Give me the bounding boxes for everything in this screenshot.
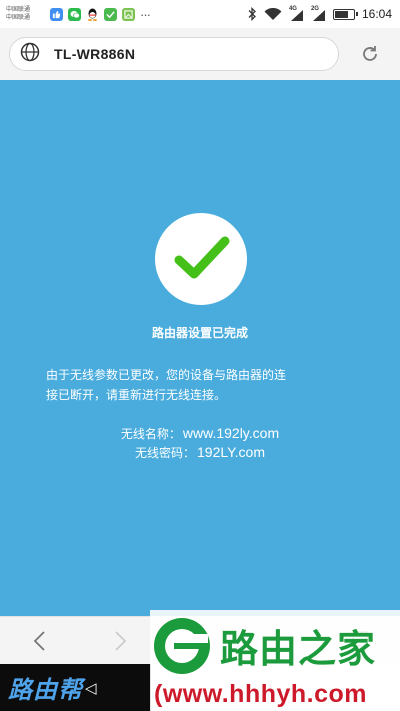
success-check-circle xyxy=(155,213,247,305)
watermark-left-text: 路由帮 xyxy=(8,675,83,704)
bluetooth-icon xyxy=(248,7,257,21)
router-setup-complete-page: 路由器设置已完成 由于无线参数已更改，您的设备与路由器的连 接已断开，请重新进行… xyxy=(0,80,400,616)
status-right-group: 4G 2G 16:04 xyxy=(248,0,392,28)
network-type-4g: 4G xyxy=(288,6,297,12)
network-type-2g: 2G xyxy=(310,6,319,12)
image-app-icon xyxy=(122,7,135,21)
brand-logo-icon xyxy=(150,614,214,678)
message-line-1: 由于无线参数已更改，您的设备与路由器的连 xyxy=(46,368,287,382)
carrier-labels: 中国联通 中国联通 xyxy=(6,6,46,22)
password-label: 无线密码： xyxy=(135,446,196,460)
wireless-info: 无线名称： www.192ly.com 无线密码： 192LY.com xyxy=(0,424,400,462)
checkmark-icon xyxy=(174,236,230,279)
message-line-2: 接已断开，请重新进行无线连接。 xyxy=(46,388,227,402)
url-field[interactable]: TL-WR886N xyxy=(9,37,339,71)
watermark-right: 路由之家 (www.hhhyh.com xyxy=(150,610,400,711)
ssid-row: 无线名称： www.192ly.com xyxy=(0,424,400,443)
status-time: 16:04 xyxy=(361,7,392,21)
reconnect-message: 由于无线参数已更改，您的设备与路由器的连 接已断开，请重新进行无线连接。 xyxy=(46,365,366,405)
chevron-left-icon[interactable] xyxy=(30,629,50,658)
carrier-label-1: 中国联通 xyxy=(6,6,31,13)
check-app-icon xyxy=(104,7,117,21)
globe-icon xyxy=(20,42,40,67)
watermark-left-arrow: ◁ xyxy=(85,679,97,697)
watermark-left: 路由帮 ◁ xyxy=(0,664,151,711)
chevron-right-icon[interactable] xyxy=(110,629,130,658)
watermark-brand-text: 路由之家 xyxy=(220,627,377,671)
notification-icons: ··· xyxy=(50,6,151,22)
carrier-label-2: 中国联通 xyxy=(6,14,31,21)
qq-icon xyxy=(86,8,99,21)
password-row: 无线密码： 192LY.com xyxy=(0,443,400,462)
cell-signal-4g-icon: 4G xyxy=(289,6,304,22)
password-value: 192LY.com xyxy=(197,444,265,460)
ssid-value: www.192ly.com xyxy=(182,425,280,441)
page-title: 路由器设置已完成 xyxy=(151,326,248,340)
more-notifications-indicator: ··· xyxy=(140,6,151,22)
cell-signal-2g-icon: 2G xyxy=(311,6,326,22)
reload-icon[interactable] xyxy=(360,44,380,64)
wifi-icon xyxy=(264,7,282,21)
facebook-like-icon xyxy=(50,7,63,21)
battery-icon xyxy=(332,8,358,20)
wechat-icon xyxy=(68,7,81,21)
battery-level-fill xyxy=(334,10,349,18)
watermark-url-text: (www.hhhyh.com xyxy=(154,680,368,708)
url-text[interactable]: TL-WR886N xyxy=(54,46,135,62)
status-bar: 中国联通 中国联通 ··· 4G 2G 16:04 xyxy=(0,0,400,28)
browser-address-bar: TL-WR886N xyxy=(0,28,400,80)
ssid-label: 无线名称： xyxy=(120,427,181,441)
